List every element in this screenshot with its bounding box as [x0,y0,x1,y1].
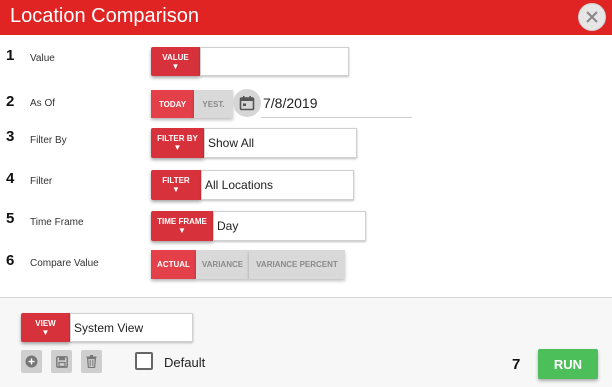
row-number-7: 7 [512,356,521,373]
save-view-button[interactable] [51,350,72,373]
compare-value-label: Compare Value [30,258,99,269]
chevron-down-icon: ▼ [173,143,182,152]
as-of-date-input[interactable]: 7/8/2019 [263,95,318,111]
row-number-1: 1 [6,47,15,64]
value-dropdown-button[interactable]: VALUE ▼ [151,47,200,76]
today-button[interactable]: TODAY [151,90,194,118]
title-bar: Location Comparison [0,0,612,35]
chevron-down-icon: ▼ [178,226,186,235]
close-button[interactable] [578,3,606,31]
view-field[interactable]: System View [70,313,193,342]
row-number-6: 6 [6,252,15,269]
time-frame-button-label: TIME FRAME [157,217,207,226]
filter-dropdown-button[interactable]: FILTER ▼ [151,170,201,200]
row-number-2: 2 [6,93,15,110]
chevron-down-icon: ▼ [41,327,50,337]
default-checkbox[interactable] [135,352,153,370]
add-view-button[interactable] [21,350,42,373]
variance-option[interactable]: VARIANCE [196,250,249,279]
close-icon [586,11,598,23]
row-number-3: 3 [6,128,15,145]
as-of-label: As Of [30,98,56,109]
filter-by-dropdown-button[interactable]: FILTER BY ▼ [151,128,204,158]
time-frame-field[interactable]: Day [213,211,366,241]
filter-field[interactable]: All Locations [201,170,354,200]
filter-label: Filter [30,176,53,187]
save-icon [55,355,68,368]
window-title: Location Comparison [10,5,199,27]
chevron-down-icon: ▼ [171,61,180,71]
time-frame-dropdown-button[interactable]: TIME FRAME ▼ [151,211,213,241]
view-button-label: VIEW [35,318,56,328]
actual-option[interactable]: ACTUAL [151,250,196,279]
delete-view-button[interactable] [81,350,102,373]
value-label: Value [30,53,55,64]
date-underline [261,117,412,118]
time-frame-label: Time Frame [30,217,84,228]
filter-by-button-label: FILTER BY [157,134,198,143]
run-button[interactable]: RUN [538,349,598,379]
variance-percent-option[interactable]: VARIANCE PERCENT [249,250,345,279]
view-dropdown-button[interactable]: VIEW ▼ [21,313,70,342]
value-button-label: VALUE [162,52,189,62]
filter-by-label: Filter By [30,135,67,146]
delete-icon [86,355,97,368]
add-icon [25,355,38,368]
filter-by-field[interactable]: Show All [204,128,357,158]
calendar-icon [239,96,255,111]
footer-panel [0,298,612,387]
yesterday-button[interactable]: YEST. [194,90,233,118]
calendar-button[interactable] [233,89,261,117]
row-number-4: 4 [6,170,15,187]
default-label: Default [164,355,206,370]
filter-button-label: FILTER [162,176,190,185]
row-number-5: 5 [6,210,15,227]
value-field[interactable] [200,47,349,76]
chevron-down-icon: ▼ [172,185,180,194]
